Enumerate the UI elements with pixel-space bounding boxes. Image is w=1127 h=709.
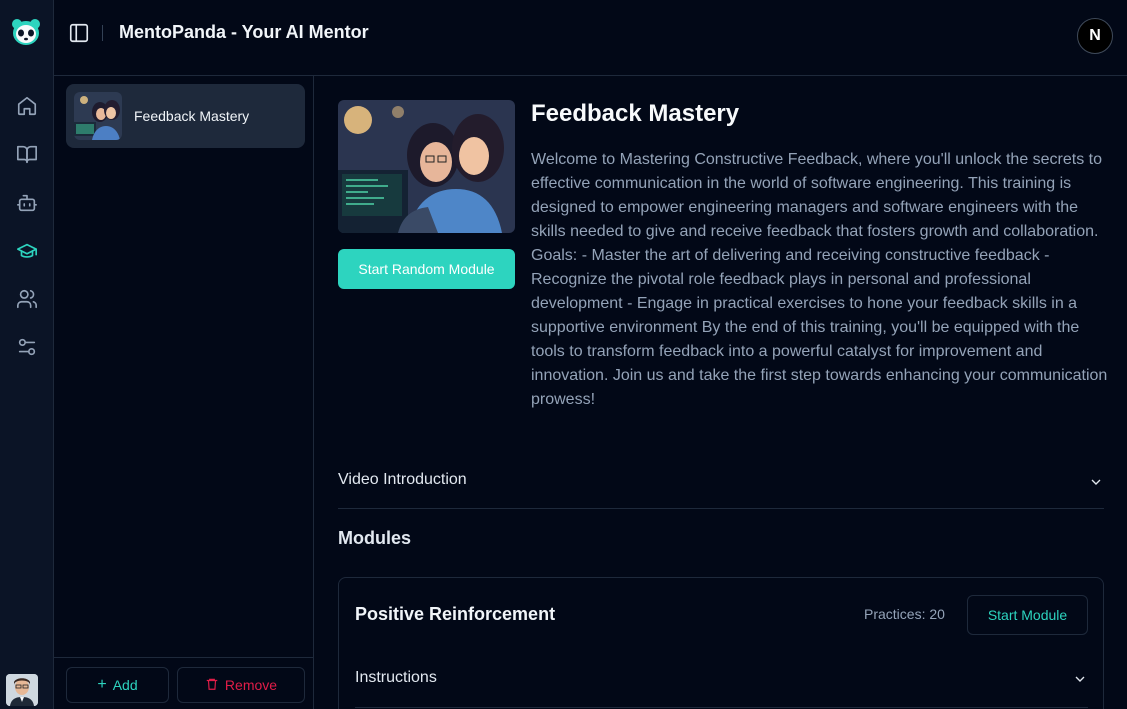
- app-title: MentoPanda - Your AI Mentor: [119, 22, 369, 42]
- add-button[interactable]: + Add: [66, 667, 169, 703]
- video-introduction-accordion[interactable]: Video Introduction: [338, 456, 1104, 509]
- training-hero-image: [338, 100, 515, 233]
- list-item-label: Feedback Mastery: [134, 108, 250, 124]
- panda-logo-icon[interactable]: [11, 18, 41, 46]
- icon-rail: [0, 0, 54, 709]
- trash-icon: [205, 677, 219, 694]
- training-detail: Start Random Module Feedback Mastery Wel…: [314, 76, 1127, 709]
- remove-button-label: Remove: [224, 677, 278, 693]
- practices-count: Practices: 20: [864, 606, 945, 622]
- module-card: Positive Reinforcement Practices: 20 Sta…: [338, 577, 1104, 709]
- modules-heading: Modules: [338, 528, 412, 548]
- graduation-cap-icon[interactable]: [0, 231, 54, 271]
- plus-icon: +: [97, 676, 107, 693]
- instructions-accordion[interactable]: Instructions: [355, 653, 1088, 708]
- start-module-button[interactable]: Start Module: [967, 595, 1088, 635]
- users-icon[interactable]: [0, 279, 54, 319]
- module-title: Positive Reinforcement: [355, 604, 556, 624]
- training-description: Welcome to Mastering Constructive Feedba…: [531, 151, 1108, 408]
- chevron-down-icon: [1088, 474, 1104, 490]
- app-root: MentoPanda - Your AI Mentor N Feedback M…: [0, 0, 1127, 709]
- user-avatar[interactable]: [6, 674, 38, 706]
- list-footer: + Add Remove: [54, 657, 313, 709]
- header-divider: [102, 25, 103, 41]
- add-button-label: Add: [112, 677, 138, 693]
- remove-button[interactable]: Remove: [177, 667, 305, 703]
- chevron-down-icon: [1072, 671, 1088, 687]
- sidebar-toggle-icon[interactable]: [68, 22, 92, 46]
- sliders-icon[interactable]: [0, 327, 54, 367]
- account-button[interactable]: N: [1077, 18, 1113, 54]
- training-thumbnail: [74, 92, 122, 140]
- home-icon[interactable]: [0, 86, 54, 126]
- start-random-module-button[interactable]: Start Random Module: [338, 249, 515, 289]
- training-list-panel: Feedback Mastery + Add Remove: [54, 76, 314, 709]
- top-header: MentoPanda - Your AI Mentor N: [54, 0, 1127, 76]
- book-open-icon[interactable]: [0, 134, 54, 174]
- list-item-feedback-mastery[interactable]: Feedback Mastery: [66, 84, 305, 148]
- training-title: Feedback Mastery: [531, 100, 740, 127]
- bot-icon[interactable]: [0, 183, 54, 223]
- accordion-label: Instructions: [355, 669, 437, 686]
- accordion-label: Video Introduction: [338, 471, 467, 488]
